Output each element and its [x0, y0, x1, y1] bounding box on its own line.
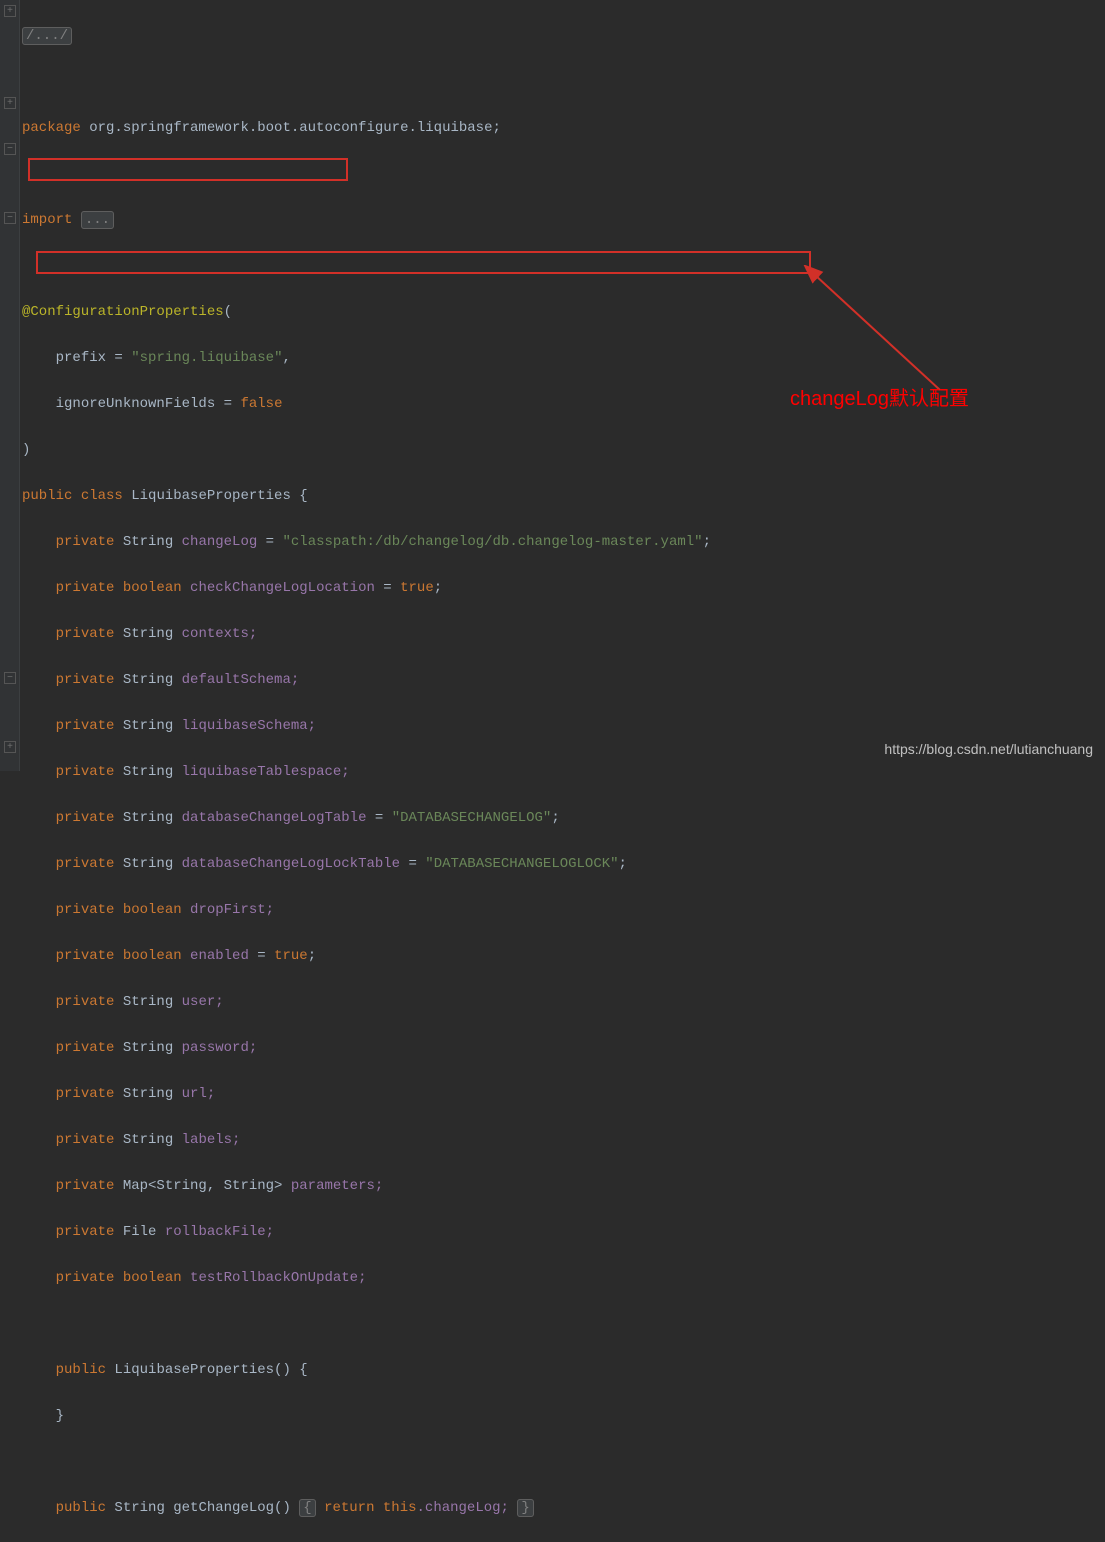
annotation-label: changeLog默认配置 — [790, 388, 969, 411]
code-line: ) — [22, 439, 711, 462]
code-line: private boolean enabled = true; — [22, 945, 711, 968]
code-line — [22, 71, 711, 94]
code-line: private String changeLog = "classpath:/d… — [22, 531, 711, 554]
code-line: private String databaseChangeLogTable = … — [22, 807, 711, 830]
code-line: private String url; — [22, 1083, 711, 1106]
code-line: private String defaultSchema; — [22, 669, 711, 692]
fold-brace[interactable]: } — [517, 1499, 533, 1517]
import-fold[interactable]: ... — [81, 211, 114, 229]
fold-icon[interactable]: + — [4, 97, 16, 109]
fold-brace[interactable]: { — [299, 1499, 315, 1517]
code-line: public class LiquibaseProperties { — [22, 485, 711, 508]
code-line: import ... — [22, 209, 711, 232]
code-line — [22, 255, 711, 278]
code-line: } — [22, 1405, 711, 1428]
code-line: prefix = "spring.liquibase", — [22, 347, 711, 370]
code-line: private String databaseChangeLogLockTabl… — [22, 853, 711, 876]
fold-icon[interactable]: − — [4, 672, 16, 684]
watermark-text: https://blog.csdn.net/lutianchuang — [884, 738, 1093, 761]
code-line: /.../ — [22, 25, 711, 48]
fold-icon[interactable]: − — [4, 212, 16, 224]
code-line: @ConfigurationProperties( — [22, 301, 711, 324]
code-line: private String liquibaseTablespace; — [22, 761, 711, 784]
code-line: private String password; — [22, 1037, 711, 1060]
code-line: package org.springframework.boot.autocon… — [22, 117, 711, 140]
folded-region[interactable]: /.../ — [22, 27, 72, 45]
code-line: private File rollbackFile; — [22, 1221, 711, 1244]
code-line: private Map<String, String> parameters; — [22, 1175, 711, 1198]
code-line: ignoreUnknownFields = false — [22, 393, 711, 416]
fold-icon[interactable]: + — [4, 741, 16, 753]
code-editor[interactable]: /.../ package org.springframework.boot.a… — [22, 2, 711, 1542]
code-line: private boolean testRollbackOnUpdate; — [22, 1267, 711, 1290]
code-line — [22, 163, 711, 186]
fold-icon[interactable]: − — [4, 143, 16, 155]
code-line — [22, 1313, 711, 1336]
code-line: private String contexts; — [22, 623, 711, 646]
code-line: private String liquibaseSchema; — [22, 715, 711, 738]
code-line — [22, 1451, 711, 1474]
code-line: private String user; — [22, 991, 711, 1014]
code-line: private boolean dropFirst; — [22, 899, 711, 922]
code-line: private String labels; — [22, 1129, 711, 1152]
code-line: public String getChangeLog() { return th… — [22, 1497, 711, 1520]
code-line: private boolean checkChangeLogLocation =… — [22, 577, 711, 600]
editor-gutter: + + − − − + — [0, 0, 20, 771]
fold-icon[interactable]: + — [4, 5, 16, 17]
code-line: public LiquibaseProperties() { — [22, 1359, 711, 1382]
